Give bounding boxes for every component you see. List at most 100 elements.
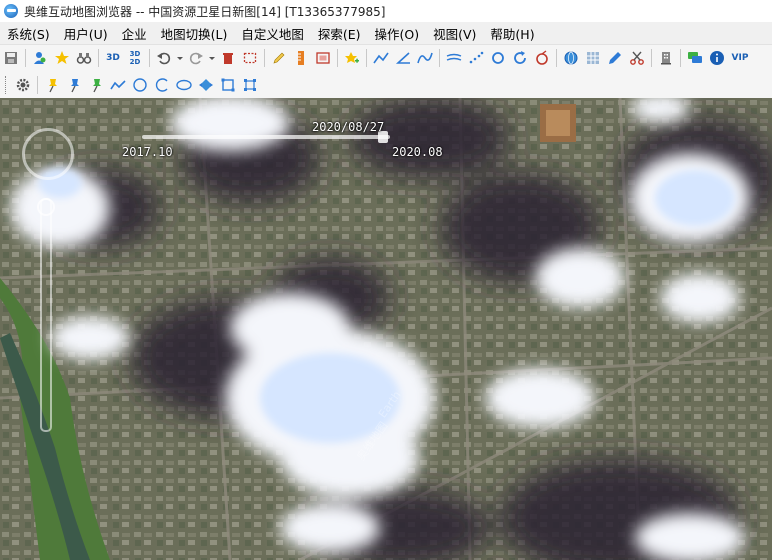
map-canvas[interactable]: 2020/08/27 2017.10 2020.08 奥维地图 Earth — [0, 98, 772, 560]
compass-icon — [536, 50, 548, 65]
delete-button[interactable] — [218, 48, 238, 68]
undo-button[interactable] — [154, 48, 174, 68]
picture-icon — [316, 52, 330, 64]
settings-button[interactable] — [13, 75, 33, 95]
ruler-button[interactable] — [291, 48, 311, 68]
toolbar-separator — [366, 49, 367, 67]
pin-blue-button[interactable] — [64, 75, 84, 95]
draw-diamond-button[interactable] — [196, 75, 216, 95]
draw-rectangle-button[interactable] — [218, 75, 238, 95]
rotate-button[interactable] — [488, 48, 508, 68]
draw-arc-button[interactable] — [152, 75, 172, 95]
building-button[interactable] — [656, 48, 676, 68]
pencil-icon — [273, 52, 285, 64]
info-button[interactable] — [707, 48, 727, 68]
move-arrows-icon — [199, 78, 213, 91]
draw-freeline-button[interactable] — [108, 75, 128, 95]
menu-help[interactable]: 帮助(H) — [483, 24, 541, 43]
compass-control[interactable] — [22, 128, 74, 180]
select-points-button[interactable] — [240, 75, 260, 95]
menu-bar: 系统(S) 用户(U) 企业 地图切换(L) 自定义地图 探索(E) 操作(O)… — [0, 22, 772, 45]
refresh-icon — [514, 51, 526, 64]
grid-icon — [587, 52, 599, 64]
compass-button[interactable] — [532, 48, 552, 68]
dashed-rectangle-icon — [243, 52, 257, 64]
building-icon — [661, 52, 671, 65]
menu-map-switch[interactable]: 地图切换(L) — [154, 24, 235, 43]
select-box-button[interactable] — [240, 48, 260, 68]
drawing-toolbar — [0, 71, 772, 99]
curve-icon — [417, 52, 433, 64]
pushpin-blue-icon — [71, 78, 79, 92]
refresh-button[interactable] — [510, 48, 530, 68]
undo-dropdown-button[interactable] — [176, 48, 184, 68]
menu-custom-map[interactable]: 自定义地图 — [234, 24, 311, 43]
arc-icon — [155, 77, 168, 92]
menu-view[interactable]: 视图(V) — [426, 24, 483, 43]
toolbar-separator — [25, 49, 26, 67]
ellipse-icon — [176, 79, 192, 90]
menu-explore[interactable]: 探索(E) — [311, 24, 368, 43]
vip-button[interactable]: VIP — [729, 48, 751, 68]
globe-button[interactable] — [561, 48, 581, 68]
redo-button[interactable] — [186, 48, 206, 68]
save-button[interactable] — [1, 48, 21, 68]
pencil-button[interactable] — [269, 48, 289, 68]
menu-operation[interactable]: 操作(O) — [368, 24, 427, 43]
time-slider-start-date: 2017.10 — [122, 145, 173, 159]
binoculars-icon — [76, 53, 92, 64]
info-icon — [710, 51, 724, 65]
pushpin-yellow-icon — [49, 78, 57, 92]
toolbar-separator — [556, 49, 557, 67]
polyline-icon — [373, 52, 389, 64]
toolbar-separator — [651, 49, 652, 67]
pin-yellow-button[interactable] — [42, 75, 62, 95]
user-button[interactable] — [30, 48, 50, 68]
cut-button[interactable] — [627, 48, 647, 68]
scissors-icon — [630, 51, 644, 65]
favorite-star-button[interactable] — [342, 48, 362, 68]
polyline-icon — [110, 79, 126, 89]
menu-enterprise[interactable]: 企业 — [115, 24, 154, 43]
zoom-slider-knob[interactable] — [37, 198, 55, 216]
draw-circle-button[interactable] — [130, 75, 150, 95]
menu-system[interactable]: 系统(S) — [0, 24, 57, 43]
edit-button[interactable] — [605, 48, 625, 68]
angle-button[interactable] — [393, 48, 413, 68]
time-slider-track[interactable] — [142, 135, 390, 139]
pin-green-button[interactable] — [86, 75, 106, 95]
gear-icon — [16, 78, 30, 91]
time-slider-current-date: 2020/08/27 — [312, 120, 385, 134]
image-button[interactable] — [313, 48, 333, 68]
toolbar-separator — [264, 49, 265, 67]
zoom-slider[interactable] — [40, 198, 52, 432]
undo-icon — [157, 52, 171, 65]
time-slider-end-date: 2020.08 — [392, 145, 443, 159]
toolbar-grip[interactable] — [5, 75, 9, 94]
trash-icon — [223, 53, 233, 64]
points-button[interactable] — [466, 48, 486, 68]
favorites-button[interactable] — [52, 48, 72, 68]
3d-2d-toggle-button[interactable]: 3D 2D — [125, 48, 145, 68]
grid-button[interactable] — [583, 48, 603, 68]
chat-button[interactable] — [685, 48, 705, 68]
draw-line-button[interactable] — [371, 48, 391, 68]
toolbar-separator — [149, 49, 150, 67]
redo-dropdown-button[interactable] — [208, 48, 216, 68]
parallel-lines-icon — [446, 53, 462, 61]
3d-button[interactable]: 3D — [103, 48, 123, 68]
rotate-icon — [492, 52, 504, 64]
star-plus-icon — [345, 52, 359, 63]
title-bar: 奥维互动地图浏览器 -- 中国资源卫星日新图[14] [T13365377985… — [0, 0, 772, 22]
star-icon — [55, 51, 69, 64]
toolbar-separator — [337, 49, 338, 67]
binoculars-button[interactable] — [74, 48, 94, 68]
rectangle-icon — [221, 78, 235, 91]
draw-ellipse-button[interactable] — [174, 75, 194, 95]
track-button[interactable] — [444, 48, 464, 68]
satellite-imagery — [0, 98, 772, 560]
chevron-down-icon — [177, 57, 183, 60]
redo-icon — [189, 52, 203, 65]
menu-user[interactable]: 用户(U) — [57, 24, 115, 43]
curve-button[interactable] — [415, 48, 435, 68]
